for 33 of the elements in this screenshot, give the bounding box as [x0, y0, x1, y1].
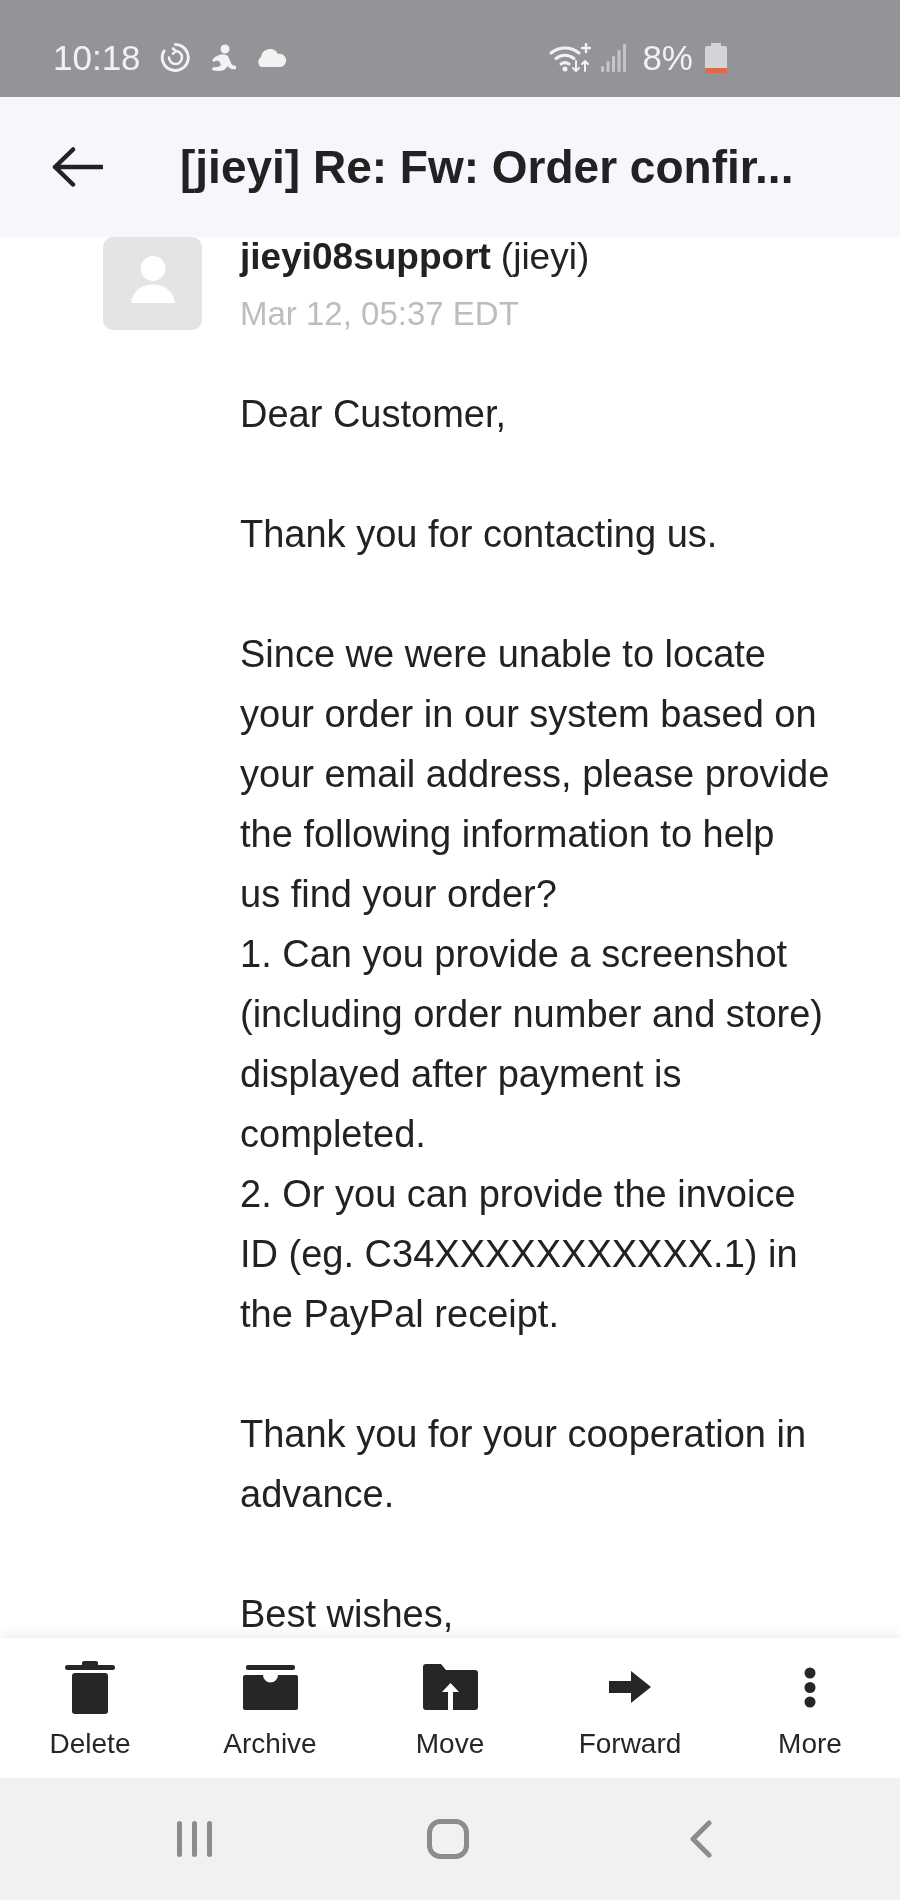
sync-icon	[159, 42, 191, 73]
person-icon	[130, 256, 175, 303]
forward-button[interactable]: Forward	[540, 1638, 720, 1778]
body-paragraph: Best wishes,	[240, 1592, 455, 1637]
email-subject: [jieyi] Re: Fw: Order confir...	[180, 140, 794, 195]
back-arrow-icon[interactable]	[52, 147, 103, 187]
body-paragraph: Dear Customer,	[240, 392, 508, 437]
sender-alias: (jieyi)	[500, 237, 590, 277]
sender-name: jieyi08support	[240, 237, 491, 277]
more-button[interactable]: More	[720, 1638, 900, 1778]
home-icon[interactable]	[426, 1819, 469, 1859]
status-time: 10:18	[53, 37, 141, 78]
archive-button[interactable]: Archive	[180, 1638, 360, 1778]
wifi-icon	[549, 42, 592, 73]
body-paragraph: Thank you for contacting us.	[240, 512, 719, 557]
body-paragraph: Thank you for your cooperation in advance.	[240, 1412, 808, 1517]
right-arrow-icon	[609, 1671, 651, 1703]
delete-button[interactable]: Delete	[0, 1638, 180, 1778]
body-paragraph: 1. Can you provide a screenshot (including order number and store) displayed after payment is completed.	[240, 932, 824, 1157]
battery-percent: 8%	[642, 37, 693, 78]
body-paragraph: 2. Or you can provide the invoice ID (eg. C34XXXXXXXXXXX.1) in the PayPal receipt.	[240, 1172, 799, 1337]
move-button[interactable]: Move	[360, 1638, 540, 1778]
back-icon[interactable]	[689, 1820, 712, 1858]
message-date: Mar 12, 05:37 EDT	[240, 294, 520, 334]
archive-box-icon	[242, 1664, 298, 1710]
folder-arrow-icon	[422, 1664, 478, 1710]
trash-icon	[65, 1660, 115, 1714]
battery-icon	[705, 42, 727, 73]
body-paragraph: Since we were unable to locate your order in our system based on your email address, please provide the following information to help us find your order?	[240, 632, 831, 917]
figure-icon	[209, 43, 236, 72]
more-icon	[804, 1666, 816, 1708]
signal-icon	[601, 43, 628, 72]
recent-apps-icon[interactable]	[177, 1821, 212, 1857]
